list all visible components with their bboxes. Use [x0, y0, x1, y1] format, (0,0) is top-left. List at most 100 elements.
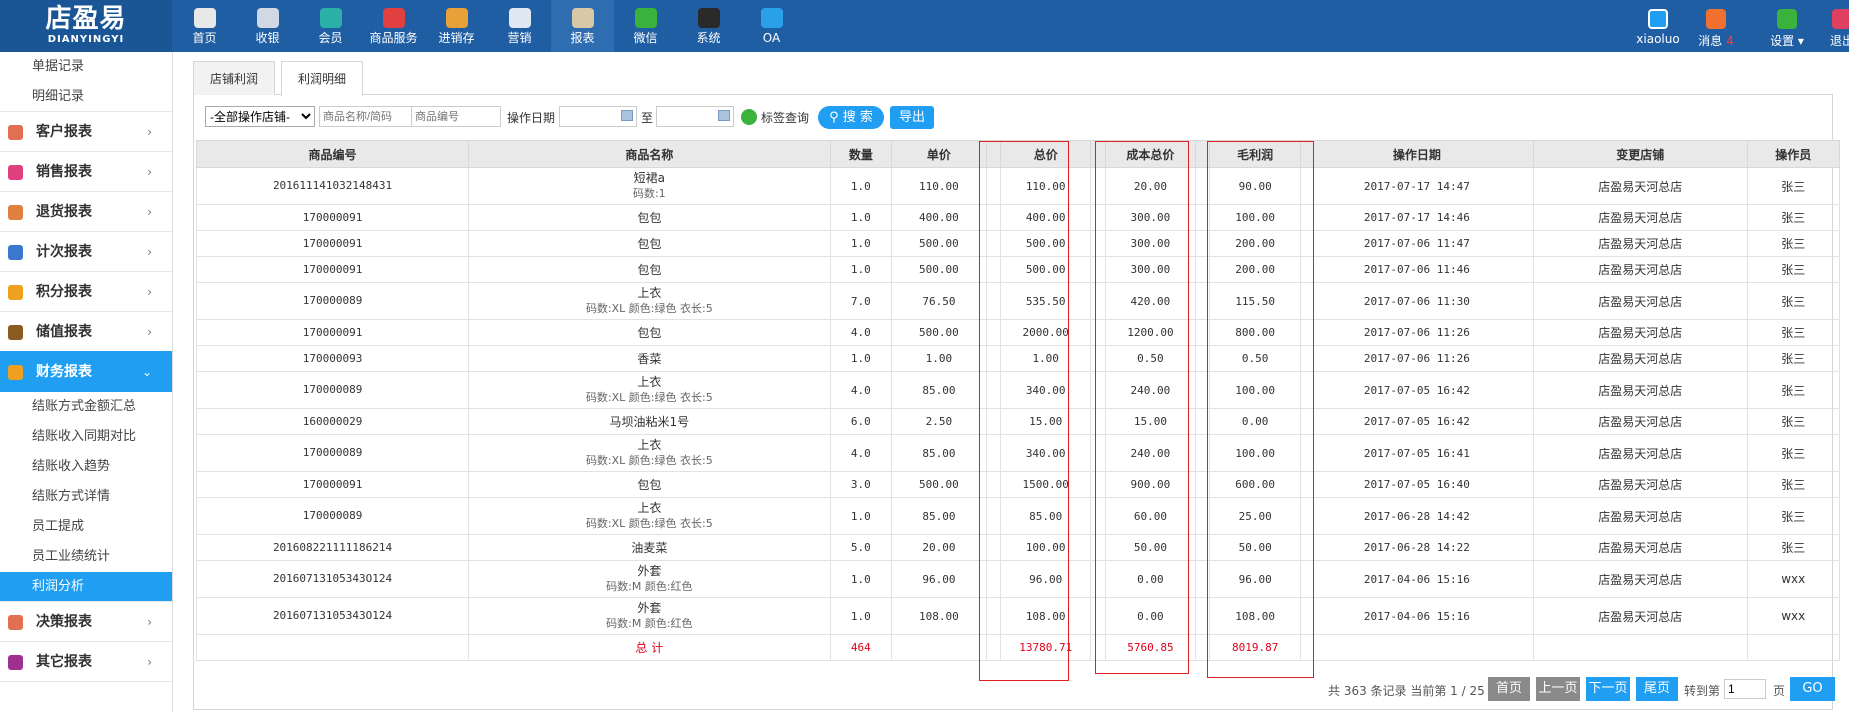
goods-name: 上衣	[637, 501, 662, 515]
cell-name: 短裙a 码数:1	[468, 167, 831, 205]
cell-spacer	[1090, 634, 1106, 661]
sidebar-group[interactable]: 决策报表 ›	[0, 601, 172, 642]
nav-home[interactable]: 首页	[173, 0, 236, 52]
sidebar-finance-item[interactable]: 结账收入同期对比	[0, 422, 172, 452]
cell-name: 包包	[468, 319, 831, 346]
prev-page-button[interactable]: 上一页	[1536, 677, 1580, 701]
cell-qty: 4.0	[829, 371, 893, 409]
cell-price: 500.00	[891, 256, 987, 283]
calendar-icon[interactable]	[718, 110, 730, 121]
table-row[interactable]: 170000089 上衣 码数:XL 颜色:绿色 衣长:5 1.0 85.00 85.00…	[195, 497, 1841, 535]
table-row[interactable]: 20160713105343O124 外套 码数:M 颜色:红色 1.0 96.00 96…	[195, 560, 1841, 598]
nav-megaphone[interactable]: 营销	[488, 0, 551, 52]
cell-profit: 108.00	[1209, 597, 1301, 635]
nav-goods[interactable]: 商品服务	[362, 0, 425, 52]
table-row[interactable]: 170000089 上衣 码数:XL 颜色:绿色 衣长:5 4.0 85.00 340.0…	[195, 434, 1841, 472]
go-button[interactable]: GO	[1790, 677, 1835, 701]
sidebar-group[interactable]: 计次报表 ›	[0, 231, 172, 272]
cell-operator: 张三	[1746, 534, 1841, 561]
chevron-right-icon: ›	[147, 285, 152, 299]
nav-wechat[interactable]: 微信	[614, 0, 677, 52]
logo[interactable]: 店盈易 DIANYINGYI	[0, 0, 172, 52]
cell-spacer	[1090, 560, 1106, 598]
sidebar-group[interactable]: 客户报表 ›	[0, 111, 172, 152]
nav-member[interactable]: 会员	[299, 0, 362, 52]
table-row[interactable]: 201611141032148431 短裙a 码数:1 1.0 110.00 110.00…	[195, 167, 1841, 205]
sidebar-finance-item[interactable]: 利润分析	[0, 572, 172, 602]
tab-store-profit[interactable]: 店铺利润	[193, 61, 276, 95]
sidebar-group[interactable]: 其它报表 ›	[0, 641, 172, 682]
cell-cost: 1200.00	[1104, 319, 1197, 346]
last-page-button[interactable]: 尾页	[1636, 677, 1678, 701]
sidebar-group[interactable]: 储值报表 ›	[0, 311, 172, 352]
nav-cashier[interactable]: 收银	[236, 0, 299, 52]
total-qty: 464	[829, 634, 893, 661]
table-row[interactable]: 170000091 包包 1.0 500.00 500.00 300.00 200.00 20…	[195, 256, 1841, 283]
tag-query-link[interactable]: 标签查询	[761, 109, 809, 126]
nav-report[interactable]: 报表	[551, 0, 614, 52]
sidebar-group-label: 其它报表	[36, 654, 92, 670]
cell-price: 20.00	[891, 534, 987, 561]
cell-date: 2017-07-05 16:40	[1299, 471, 1534, 498]
sidebar-finance-item[interactable]: 结账收入趋势	[0, 452, 172, 482]
table-row[interactable]: 170000093 香菜 1.0 1.00 1.00 0.50 0.50 2017-07-06…	[195, 345, 1841, 372]
sidebar-group[interactable]: 财务报表 ⌄	[0, 351, 172, 392]
column-header: 商品编号	[195, 140, 470, 168]
sidebar-sub-item[interactable]: 明细记录	[0, 82, 172, 112]
logout-button[interactable]: 退出	[1827, 0, 1849, 52]
cell-operator: 张三	[1746, 282, 1841, 320]
messages-button[interactable]: 消息 4	[1694, 0, 1738, 52]
cell-code: 201608221111186214	[195, 534, 470, 561]
cell-code: 20160713105343O124	[195, 597, 470, 635]
calendar-icon[interactable]	[621, 110, 633, 121]
cell-spacer	[1195, 167, 1211, 205]
sidebar-finance-item[interactable]: 结账方式金额汇总	[0, 392, 172, 422]
sidebar-sub-item[interactable]: 单据记录	[0, 52, 172, 82]
table-row[interactable]: 170000091 包包 4.0 500.00 2000.00 1200.00 800.00…	[195, 319, 1841, 346]
tag-icon[interactable]	[741, 109, 757, 125]
table-row[interactable]: 160000029 马坝油粘米1号 6.0 2.50 15.00 15.00 0.00 201…	[195, 408, 1841, 435]
search-button[interactable]: ⚲ 搜 索	[818, 106, 884, 129]
table-row[interactable]: 170000091 包包 1.0 500.00 500.00 300.00 200.00 20…	[195, 230, 1841, 257]
cell-store: 店盈易天河总店	[1532, 434, 1748, 472]
sidebar-finance-item[interactable]: 员工提成	[0, 512, 172, 542]
export-button[interactable]: 导出	[890, 106, 934, 129]
cell-operator: wxx	[1746, 560, 1841, 598]
user-icon	[1648, 9, 1668, 29]
nav-oa[interactable]: OA	[740, 0, 803, 52]
goods-name-input[interactable]	[319, 106, 414, 127]
cell-spacer	[1090, 434, 1106, 472]
cell-price: 110.00	[891, 167, 987, 205]
sidebar-finance-item[interactable]: 员工业绩统计	[0, 542, 172, 572]
nav-monitor[interactable]: 系统	[677, 0, 740, 52]
settings-button[interactable]: 设置 ▾	[1762, 0, 1812, 52]
nav-label: 报表	[570, 31, 595, 45]
sidebar-group[interactable]: 销售报表 ›	[0, 151, 172, 192]
table-row[interactable]: 201608221111186214 油麦菜 5.0 20.00 100.00 50.00…	[195, 534, 1841, 561]
cashier-icon	[256, 8, 279, 28]
sidebar-group[interactable]: 退货报表 ›	[0, 191, 172, 232]
cell-total: 1500.00	[1000, 471, 1092, 498]
table-row[interactable]: 170000089 上衣 码数:XL 颜色:绿色 衣长:5 7.0 76.50 535.5…	[195, 282, 1841, 320]
table-row[interactable]: 20160713105343O124 外套 码数:M 颜色:红色 1.0 108.00 1…	[195, 597, 1841, 635]
store-select[interactable]: -全部操作店铺-	[205, 106, 315, 127]
cell-total: 85.00	[1000, 497, 1092, 535]
table-row[interactable]: 170000091 包包 3.0 500.00 1500.00 900.00 600.00 2…	[195, 471, 1841, 498]
page-number-input[interactable]	[1724, 679, 1766, 699]
goods-code-input[interactable]	[411, 106, 501, 127]
table-row[interactable]: 170000091 包包 1.0 400.00 400.00 300.00 100.00 20…	[195, 204, 1841, 231]
nav-inventory[interactable]: 进销存	[425, 0, 488, 52]
cell-spacer	[985, 471, 1002, 498]
cell-spacer	[985, 256, 1002, 283]
user-menu[interactable]: xiaoluo	[1633, 0, 1683, 52]
sidebar-finance-item[interactable]: 结账方式详情	[0, 482, 172, 512]
cell-profit: 115.50	[1209, 282, 1301, 320]
first-page-button[interactable]: 首页	[1488, 677, 1530, 701]
sidebar-group[interactable]: 积分报表 ›	[0, 271, 172, 312]
cell-spacer	[1195, 497, 1211, 535]
tab-profit-detail[interactable]: 利润明细	[281, 61, 364, 96]
table-row[interactable]: 170000089 上衣 码数:XL 颜色:绿色 衣长:5 4.0 85.00 340.0…	[195, 371, 1841, 409]
next-page-button[interactable]: 下一页	[1586, 677, 1630, 701]
cell-name: 外套 码数:M 颜色:红色	[468, 597, 831, 635]
goods-name: 包包	[637, 211, 662, 225]
